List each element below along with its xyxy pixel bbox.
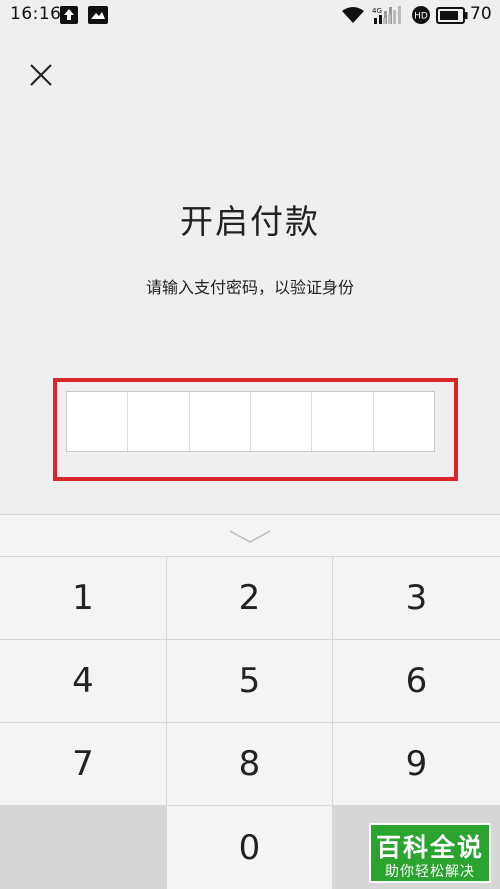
key-7[interactable]: 7 bbox=[0, 723, 167, 806]
status-time: 16:16 bbox=[10, 4, 62, 24]
battery-icon bbox=[436, 7, 468, 28]
key-3[interactable]: 3 bbox=[333, 557, 500, 640]
signal-icon bbox=[383, 6, 403, 28]
page-subtitle: 请输入支付密码，以验证身份 bbox=[145, 278, 354, 297]
close-button[interactable] bbox=[24, 58, 58, 92]
keypad-collapse-button[interactable] bbox=[0, 515, 500, 557]
pin-cell[interactable] bbox=[251, 392, 313, 451]
key-2[interactable]: 2 bbox=[167, 557, 333, 640]
key-blank bbox=[0, 806, 167, 889]
key-9[interactable]: 9 bbox=[333, 723, 500, 806]
close-icon bbox=[30, 64, 52, 86]
image-icon bbox=[88, 6, 108, 28]
upload-icon bbox=[60, 6, 78, 28]
status-bar: 16:16 4G HD 70 bbox=[0, 0, 500, 32]
pin-cell[interactable] bbox=[67, 392, 129, 451]
watermark-tagline: 助你轻松解决 bbox=[385, 864, 475, 880]
key-1[interactable]: 1 bbox=[0, 557, 167, 640]
watermark-logo: 百科全说 助你轻松解决 bbox=[369, 823, 491, 883]
watermark-title: 百科全说 bbox=[375, 833, 484, 862]
key-0[interactable]: 0 bbox=[167, 806, 333, 889]
key-8[interactable]: 8 bbox=[167, 723, 333, 806]
battery-level: 70 bbox=[470, 4, 492, 24]
hd-icon: HD bbox=[412, 6, 430, 28]
pin-cell[interactable] bbox=[128, 392, 190, 451]
chevron-down-icon bbox=[229, 530, 271, 543]
key-4[interactable]: 4 bbox=[0, 640, 167, 723]
wifi-icon bbox=[341, 6, 365, 28]
key-5[interactable]: 5 bbox=[167, 640, 333, 723]
pin-input[interactable] bbox=[66, 391, 435, 452]
key-6[interactable]: 6 bbox=[333, 640, 500, 723]
page-title: 开启付款 bbox=[180, 202, 320, 241]
network-label: 4G bbox=[372, 7, 382, 15]
pin-cell[interactable] bbox=[190, 392, 251, 451]
pin-cell[interactable] bbox=[374, 392, 434, 451]
pin-cell[interactable] bbox=[312, 392, 374, 451]
hd-label: HD bbox=[414, 12, 428, 22]
